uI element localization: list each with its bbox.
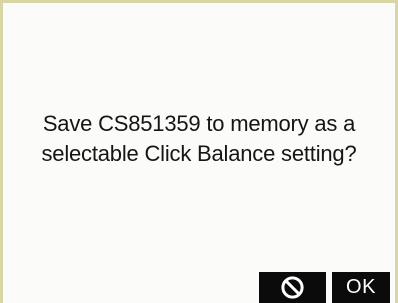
message-line-1: Save CS851359 to memory as a xyxy=(42,111,356,136)
cancel-button[interactable] xyxy=(259,272,326,303)
ok-button[interactable]: OK xyxy=(332,272,390,303)
soft-key-bar: OK xyxy=(259,272,390,303)
cancel-icon xyxy=(280,275,305,300)
confirmation-dialog: Save CS851359 to memory as a selectable … xyxy=(0,0,398,303)
message-line-2: selectable Click Balance setting? xyxy=(41,141,357,166)
confirmation-message: Save CS851359 to memory as a selectable … xyxy=(3,109,395,169)
